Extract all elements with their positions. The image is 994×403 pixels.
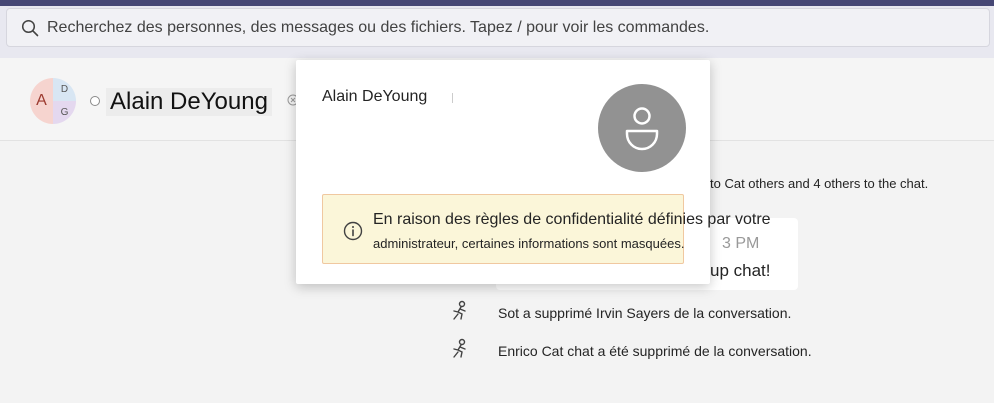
person-leave-icon	[453, 300, 466, 320]
search-icon	[21, 19, 39, 37]
message-text: up chat!	[710, 261, 771, 280]
message-time: 3 PM	[722, 235, 760, 252]
notice-text-line1: En raison des règles de confidentialité …	[373, 211, 771, 228]
search-bar[interactable]	[6, 8, 990, 47]
info-icon	[343, 221, 363, 241]
timeline-event: Sot a supprimé Irvin Sayers de la conver…	[498, 305, 792, 321]
group-avatar[interactable]: A D G	[30, 78, 76, 124]
person-icon	[625, 107, 659, 151]
text-cursor	[452, 93, 453, 103]
profile-card: Alain DeYoung En raison des règles de co…	[296, 60, 771, 284]
search-input[interactable]	[47, 9, 967, 46]
profile-name[interactable]: Alain DeYoung	[322, 88, 427, 106]
privacy-notice: En raison des règles de confidentialité …	[322, 194, 771, 264]
presence-status-icon	[90, 96, 100, 106]
avatar-initial-bottom: G	[53, 101, 76, 124]
timeline-event: Enrico Cat chat a été supprimé de la con…	[498, 343, 812, 359]
avatar-initial-main: A	[30, 78, 53, 124]
timeline-added-text: to Cat others and 4 others to the chat.	[710, 176, 929, 191]
notice-text-line2: administrateur, certaines informations s…	[373, 236, 685, 251]
avatar-initial-top: D	[53, 78, 76, 101]
profile-avatar	[598, 84, 686, 172]
brand-strip	[0, 0, 994, 6]
person-leave-icon	[453, 338, 466, 358]
chat-title[interactable]: Alain DeYoung	[106, 88, 272, 116]
